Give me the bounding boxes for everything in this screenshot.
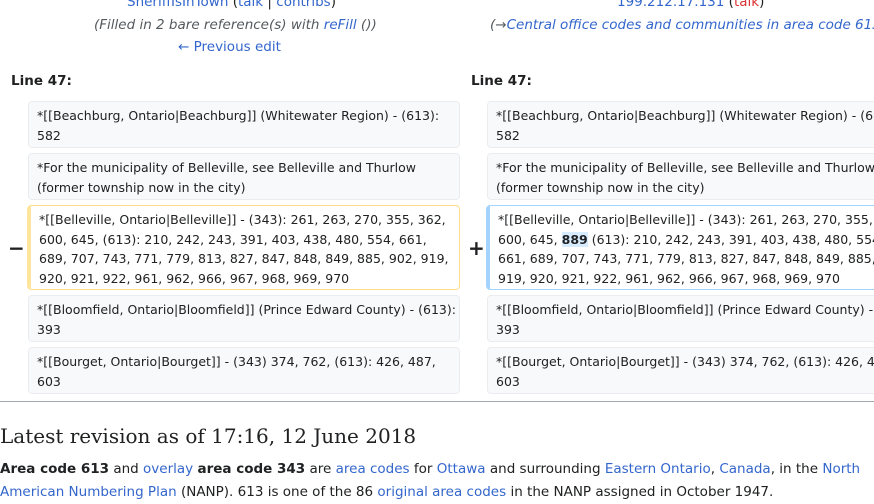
diff-context-left: *[[Bourget, Ontario|Bourget]] - (343) 37… [28, 347, 460, 394]
article-paragraph: Area code 613 and overlay area code 343 … [0, 461, 861, 500]
diff-context-left: *[[Beachburg, Ontario|Beachburg]] (White… [28, 101, 460, 148]
nanp-link-part1[interactable]: North [822, 461, 860, 477]
diff-context-right: *[[Bloomfield, Ontario|Bloomfield]] (Pri… [487, 295, 874, 342]
nanp-link-part2[interactable]: American Numbering Plan [0, 484, 177, 500]
overlay-link[interactable]: overlay [143, 461, 193, 477]
diff-added-line: *[[Belleville, Ontario|Belleville]] - (3… [486, 205, 874, 290]
eastern-ontario-link[interactable]: Eastern Ontario [605, 461, 711, 477]
left-user-line: SheriffIsInTown (talk | contribs) [127, 0, 336, 10]
diff-context-left: *For the municipality of Belleville, see… [28, 153, 460, 200]
diff-context-right: *[[Beachburg, Ontario|Beachburg]] (White… [487, 101, 874, 148]
diff-inserted-text: 889 [561, 231, 588, 247]
previous-edit-link[interactable]: ← Previous edit [178, 39, 281, 55]
line-label-left: Line 47: [11, 73, 72, 89]
right-user-link[interactable]: 199.212.17.131 [617, 0, 724, 10]
diff-context-right: *For the municipality of Belleville, see… [487, 153, 874, 200]
revision-title: Latest revision as of 17:16, 12 June 201… [0, 424, 417, 448]
left-talk-link[interactable]: talk [238, 0, 263, 10]
left-contribs-link[interactable]: contribs [276, 0, 330, 10]
diff-plus-marker: + [468, 236, 485, 260]
diff-context-right: *[[Bourget, Ontario|Bourget]] - (343) 37… [487, 347, 874, 394]
diff-minus-marker: − [8, 236, 25, 260]
left-user-link[interactable]: SheriffIsInTown [127, 0, 228, 10]
diff-deleted-line: *[[Belleville, Ontario|Belleville]] - (3… [27, 205, 460, 290]
left-edit-summary: (Filled in 2 bare reference(s) with reFi… [94, 17, 377, 33]
area-codes-link[interactable]: area codes [336, 461, 410, 477]
previous-edit-link-wrap: ← Previous edit [178, 39, 281, 55]
canada-link[interactable]: Canada [719, 461, 770, 477]
line-label-right: Line 47: [471, 73, 532, 89]
divider [0, 401, 874, 402]
ottawa-link[interactable]: Ottawa [437, 461, 486, 477]
section-link[interactable]: Central office codes and communities in … [507, 17, 874, 33]
right-talk-link[interactable]: talk [734, 0, 759, 10]
right-edit-summary: (→Central office codes and communities i… [490, 17, 874, 33]
diff-context-left: *[[Bloomfield, Ontario|Bloomfield]] (Pri… [28, 295, 460, 342]
right-user-line: 199.212.17.131 (talk) [617, 0, 764, 10]
refill-link[interactable]: reFill [324, 17, 357, 33]
original-area-codes-link[interactable]: original area codes [377, 484, 506, 500]
